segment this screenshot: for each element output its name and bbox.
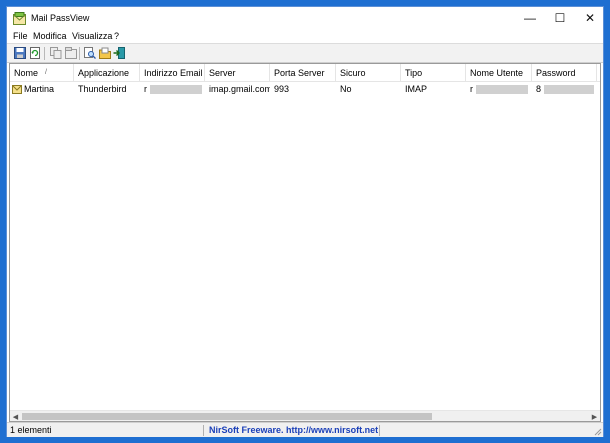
find-icon bbox=[83, 46, 96, 61]
column-header-nome[interactable]: Nome / bbox=[10, 64, 74, 82]
close-icon: ✕ bbox=[584, 11, 596, 25]
menu-bar: File Modifica Visualizza ? bbox=[7, 30, 603, 43]
maximize-button[interactable]: ☐ bbox=[545, 7, 575, 29]
exit-button[interactable] bbox=[111, 46, 126, 61]
menu-visualizza[interactable]: Visualizza bbox=[72, 31, 112, 41]
cell-tipo: IMAP bbox=[405, 84, 428, 94]
properties-icon bbox=[64, 46, 77, 61]
cell-password: 8 bbox=[532, 83, 597, 96]
find-button[interactable] bbox=[82, 46, 97, 61]
redacted-username bbox=[476, 85, 528, 94]
save-icon bbox=[13, 46, 26, 61]
column-header-password[interactable]: Password bbox=[532, 64, 597, 82]
app-window: Mail PassView — ☐ ✕ File Modifica Visual… bbox=[6, 6, 604, 437]
exit-icon bbox=[113, 46, 125, 61]
copy-icon bbox=[49, 46, 62, 61]
column-header-more[interactable]: P bbox=[597, 64, 600, 82]
title-bar[interactable]: Mail PassView — ☐ ✕ bbox=[7, 7, 603, 31]
column-header-indirizzo-email[interactable]: Indirizzo Email bbox=[140, 64, 205, 82]
window-title: Mail PassView bbox=[31, 13, 90, 23]
nirsoft-link[interactable]: NirSoft Freeware. http://www.nirsoft.net bbox=[209, 423, 378, 438]
maximize-icon: ☐ bbox=[554, 11, 566, 25]
table-row[interactable]: Martina Thunderbird r imap.gmail.com 993… bbox=[10, 83, 600, 96]
menu-file[interactable]: File bbox=[13, 31, 28, 41]
cell-indirizzo-email: r bbox=[140, 83, 205, 96]
status-separator bbox=[203, 425, 204, 436]
properties-button[interactable] bbox=[63, 46, 78, 61]
accounts-table[interactable]: Nome / Applicazione Indirizzo Email Serve… bbox=[9, 63, 601, 422]
column-header-tipo[interactable]: Tipo bbox=[401, 64, 466, 82]
column-header-porta-server[interactable]: Porta Server bbox=[270, 64, 336, 82]
cell-porta-server: 993 bbox=[274, 84, 290, 94]
scroll-right-icon[interactable]: ▶ bbox=[589, 411, 600, 421]
cell-applicazione: Thunderbird bbox=[78, 84, 127, 94]
scroll-left-icon[interactable]: ◀ bbox=[10, 411, 21, 421]
mail-account-icon bbox=[12, 85, 22, 94]
close-button[interactable]: ✕ bbox=[575, 7, 605, 29]
report-button[interactable] bbox=[97, 46, 112, 61]
refresh-icon bbox=[29, 46, 41, 61]
minimize-button[interactable]: — bbox=[515, 7, 545, 29]
status-separator bbox=[379, 425, 380, 436]
status-bar: 1 elementi NirSoft Freeware. http://www.… bbox=[7, 422, 603, 437]
horizontal-scrollbar[interactable]: ◀ ▶ bbox=[10, 410, 600, 421]
menu-help[interactable]: ? bbox=[114, 31, 119, 41]
column-header-nome-utente[interactable]: Nome Utente bbox=[466, 64, 532, 82]
redacted-password bbox=[544, 85, 594, 94]
scrollbar-thumb[interactable] bbox=[22, 413, 432, 420]
toolbar-separator bbox=[44, 47, 45, 60]
column-header-server[interactable]: Server bbox=[205, 64, 270, 82]
app-icon bbox=[13, 12, 26, 25]
toolbar-separator bbox=[79, 47, 80, 60]
cell-nome-utente: r bbox=[466, 83, 532, 96]
table-header: Nome / Applicazione Indirizzo Email Serve… bbox=[10, 64, 600, 82]
copy-button[interactable] bbox=[48, 46, 63, 61]
menu-modifica[interactable]: Modifica bbox=[33, 31, 67, 41]
refresh-button[interactable] bbox=[27, 46, 42, 61]
column-header-applicazione[interactable]: Applicazione bbox=[74, 64, 140, 82]
minimize-icon: — bbox=[524, 11, 536, 25]
sort-ascending-icon: / bbox=[45, 69, 47, 76]
report-icon bbox=[98, 47, 111, 61]
status-item-count: 1 elementi bbox=[10, 425, 52, 435]
redacted-email bbox=[150, 85, 202, 94]
column-header-sicuro[interactable]: Sicuro bbox=[336, 64, 401, 82]
save-button[interactable] bbox=[12, 46, 27, 61]
cell-server: imap.gmail.com bbox=[209, 84, 270, 94]
resize-grip-icon[interactable] bbox=[593, 427, 602, 436]
cell-sicuro: No bbox=[340, 84, 352, 94]
toolbar bbox=[7, 43, 603, 63]
cell-nome: Martina bbox=[10, 83, 74, 96]
